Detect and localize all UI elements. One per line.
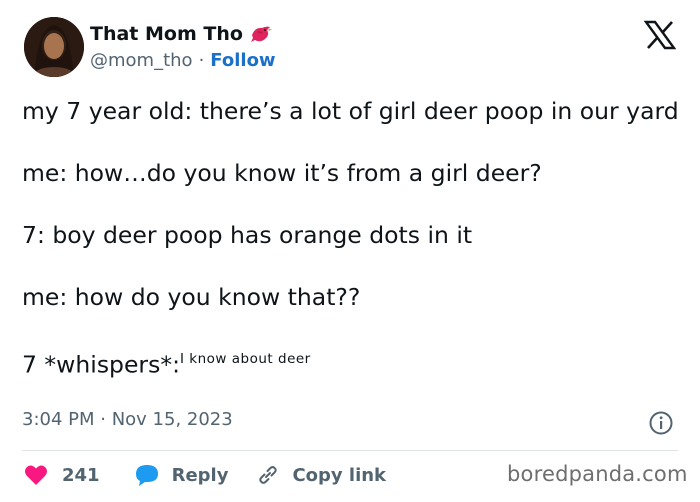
author-avatar[interactable]	[24, 17, 84, 77]
avatar-image	[24, 17, 84, 77]
red-bird-icon	[249, 23, 273, 45]
tweet-line: 7: boy deer poop has orange dots in it	[22, 221, 473, 249]
tweet-whisper-main: 7 *whispers*:	[22, 350, 181, 379]
author-handle[interactable]: @mom_tho	[90, 50, 193, 71]
like-count: 241	[62, 464, 100, 486]
tweet-line: my 7 year old: there’s a lot of girl dee…	[22, 97, 679, 125]
tweet-whisper-small: I know about deer	[180, 351, 311, 367]
tweet-line: me: how…do you know it’s from a girl dee…	[22, 159, 542, 187]
watermark: boredpanda.com	[507, 462, 688, 486]
tweet-body: my 7 year old: there’s a lot of girl dee…	[22, 96, 682, 380]
handle-row: @mom_tho · Follow	[90, 50, 276, 71]
like-button[interactable]: 241	[24, 464, 100, 486]
x-logo-icon[interactable]	[644, 20, 676, 50]
link-icon	[259, 466, 278, 484]
tweet-line: me: how do you know that??	[22, 283, 361, 311]
copy-link-button[interactable]: Copy link	[256, 463, 386, 487]
follow-button[interactable]: Follow	[210, 50, 275, 71]
speech-bubble-icon	[135, 465, 158, 486]
separator-dot: ·	[198, 50, 205, 71]
info-icon[interactable]	[648, 410, 674, 436]
author-name[interactable]: That Mom Tho	[90, 23, 243, 45]
reply-button[interactable]: Reply	[134, 463, 229, 487]
tweet-timestamp[interactable]: 3:04 PM · Nov 15, 2023	[22, 409, 233, 430]
heart-icon	[25, 465, 47, 485]
divider	[22, 450, 678, 451]
author-name-row: That Mom Tho	[90, 23, 273, 45]
copy-link-label: Copy link	[292, 464, 387, 486]
tweet-line-whisper: 7 *whispers*:I know about deer	[22, 344, 682, 380]
reply-label: Reply	[171, 464, 229, 486]
action-bar: 241 Reply Copy link	[24, 462, 386, 488]
